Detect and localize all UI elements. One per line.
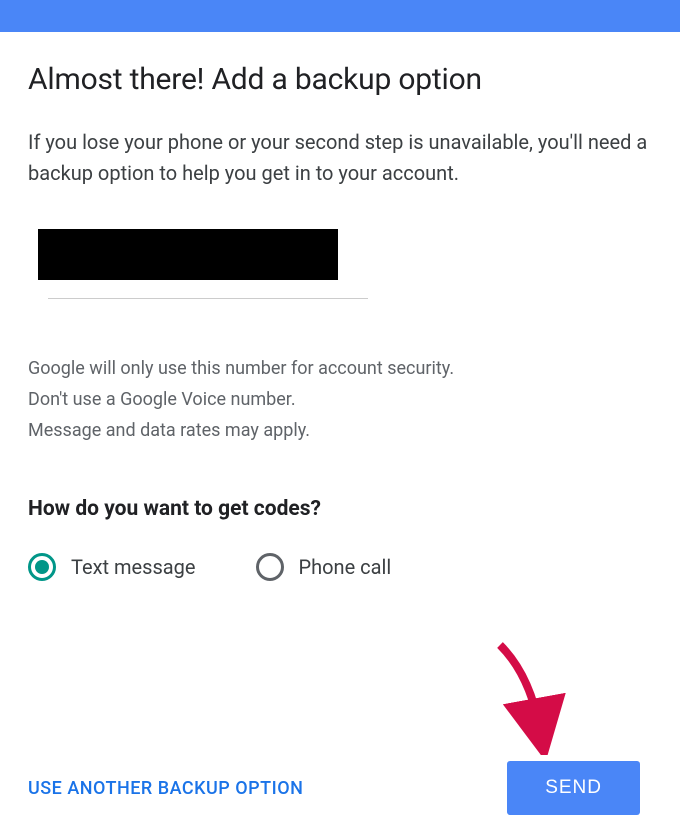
top-accent-bar <box>0 0 680 32</box>
main-content: Almost there! Add a backup option If you… <box>0 32 680 581</box>
radio-selected-icon <box>28 553 56 581</box>
send-button[interactable]: SEND <box>507 761 640 815</box>
annotation-arrow-icon <box>480 635 570 755</box>
code-delivery-radio-group: Text message Phone call <box>28 553 652 581</box>
page-description: If you lose your phone or your second st… <box>28 127 652 189</box>
disclaimer-line-2: Don't use a Google Voice number. <box>28 385 652 416</box>
disclaimer-line-1: Google will only use this number for acc… <box>28 354 652 385</box>
disclaimer-block: Google will only use this number for acc… <box>28 354 652 447</box>
code-delivery-title: How do you want to get codes? <box>28 497 652 521</box>
radio-option-phone-call[interactable]: Phone call <box>256 553 392 581</box>
phone-input-underline[interactable] <box>48 298 368 299</box>
disclaimer-line-3: Message and data rates may apply. <box>28 416 652 447</box>
radio-unselected-icon <box>256 553 284 581</box>
radio-label-phone-call: Phone call <box>299 555 392 579</box>
page-heading: Almost there! Add a backup option <box>28 62 652 97</box>
radio-option-text-message[interactable]: Text message <box>28 553 196 581</box>
redacted-phone-number <box>38 229 338 280</box>
radio-label-text-message: Text message <box>71 555 196 579</box>
phone-input-area <box>38 229 652 299</box>
footer-actions: USE ANOTHER BACKUP OPTION SEND <box>0 761 680 815</box>
use-another-backup-option-link[interactable]: USE ANOTHER BACKUP OPTION <box>28 778 303 799</box>
